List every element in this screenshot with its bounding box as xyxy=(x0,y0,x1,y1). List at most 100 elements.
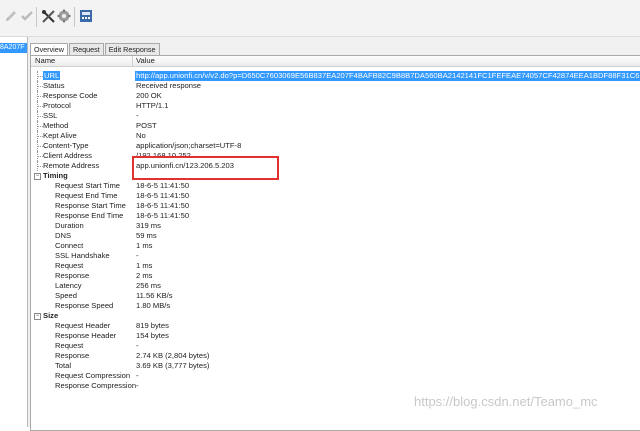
table-row[interactable]: Connect 1 ms xyxy=(31,241,640,251)
row-name: Protocol xyxy=(43,101,71,110)
row-name: Response xyxy=(55,351,90,360)
table-row[interactable]: Total 3.69 KB (3,777 bytes) xyxy=(31,361,640,371)
row-name: Status xyxy=(43,81,65,90)
row-name: Request xyxy=(55,341,84,350)
table-row[interactable]: Response Header 154 bytes xyxy=(31,331,640,341)
table-row[interactable]: Duration 319 ms xyxy=(31,221,640,231)
row-value: - xyxy=(136,371,139,380)
table-row[interactable]: SSL - xyxy=(31,111,640,121)
table-row[interactable]: Request Header 819 bytes xyxy=(31,321,640,331)
table-row[interactable]: Method POST xyxy=(31,121,640,131)
group-row-timing[interactable]: − Timing xyxy=(31,171,640,181)
row-value: No xyxy=(136,131,146,140)
tab-request[interactable]: Request xyxy=(68,43,104,55)
row-name: SSL Handshake xyxy=(55,251,110,260)
row-value: 3.69 KB (3,777 bytes) xyxy=(136,361,210,370)
table-row[interactable]: Response Start Time 18-6-5 11:41:50 xyxy=(31,201,640,211)
row-name: Request Compression xyxy=(55,371,131,380)
row-name: Method xyxy=(43,121,69,130)
table-row[interactable]: Request End Time 18-6-5 11:41:50 xyxy=(31,191,640,201)
row-value: 154 bytes xyxy=(136,331,169,340)
table-row[interactable]: Request 1 ms xyxy=(31,261,640,271)
row-name: Response End Time xyxy=(55,211,124,220)
table-row[interactable]: Remote Address app.unionfi.cn/123.206.5.2… xyxy=(31,161,640,171)
row-name: Duration xyxy=(55,221,84,230)
table-row[interactable]: Request - xyxy=(31,341,640,351)
row-value: 18-6-5 11:41:50 xyxy=(136,211,190,220)
table-row[interactable]: Request Compression - xyxy=(31,371,640,381)
overview-grid: Name Value URL http://app.unionfi.cn/v/v… xyxy=(30,55,640,431)
row-value: POST xyxy=(136,121,157,130)
row-name: SSL xyxy=(43,111,58,120)
table-row[interactable]: Kept Alive No xyxy=(31,131,640,141)
table-row[interactable]: Client Address/192.168.10.252 xyxy=(31,151,640,161)
table-row[interactable]: Response 2 ms xyxy=(31,271,640,281)
row-value: - xyxy=(136,251,139,260)
highlight-box xyxy=(132,156,279,180)
row-value: 59 ms xyxy=(136,231,157,240)
row-name: Request Start Time xyxy=(55,181,120,190)
grid-header: Name Value xyxy=(31,56,640,67)
table-row[interactable]: Status Received response xyxy=(31,81,640,91)
column-header-value[interactable]: Value xyxy=(136,56,155,66)
table-row[interactable]: DNS 59 ms xyxy=(31,231,640,241)
table-row[interactable]: Speed 11.56 KB/s xyxy=(31,291,640,301)
toolbar xyxy=(0,0,640,37)
pencil-icon[interactable] xyxy=(3,8,19,24)
row-name: DNS xyxy=(55,231,72,240)
collapse-icon[interactable]: − xyxy=(34,173,41,180)
checkmark-icon[interactable] xyxy=(19,8,35,24)
table-row[interactable]: Latency 256 ms xyxy=(31,281,640,291)
row-value: HTTP/1.1 xyxy=(136,101,169,110)
gear-icon[interactable] xyxy=(56,8,72,24)
table-row[interactable]: Content-Type application/json;charset=UTF… xyxy=(31,141,640,151)
table-row[interactable]: Response Compression - xyxy=(31,381,640,391)
row-name: Request End Time xyxy=(55,191,118,200)
row-name: Kept Alive xyxy=(43,131,77,140)
table-row[interactable]: Response 2.74 KB (2,804 bytes) xyxy=(31,351,640,361)
table-row[interactable]: Response Code 200 OK xyxy=(31,91,640,101)
row-name: Total xyxy=(55,361,72,370)
session-item-selected[interactable]: 8A207F xyxy=(0,43,27,53)
group-label: Size xyxy=(43,311,59,320)
row-value: http://app.unionfi.cn/v/v2.do?p=D650C760… xyxy=(135,71,640,81)
row-name: Content-Type xyxy=(43,141,89,150)
collapse-icon[interactable]: − xyxy=(34,313,41,320)
row-name: Remote Address xyxy=(43,161,100,170)
row-value: 2 ms xyxy=(136,271,153,280)
row-name: Response Start Time xyxy=(55,201,126,210)
column-header-name[interactable]: Name xyxy=(35,56,55,66)
tools-icon[interactable] xyxy=(40,8,56,24)
row-name: Response Header xyxy=(55,331,117,340)
row-value: 1 ms xyxy=(136,261,153,270)
row-value: 319 ms xyxy=(136,221,161,230)
row-value: Received response xyxy=(136,81,202,90)
watermark: https://blog.csdn.net/Teamo_mc xyxy=(414,394,598,409)
calculator-icon[interactable] xyxy=(78,8,94,24)
table-row[interactable]: Response End Time 18-6-5 11:41:50 xyxy=(31,211,640,221)
row-value: 18-6-5 11:41:50 xyxy=(136,191,190,200)
table-row[interactable]: SSL Handshake - xyxy=(31,251,640,261)
table-row[interactable]: Protocol HTTP/1.1 xyxy=(31,101,640,111)
row-name: Client Address xyxy=(43,151,92,160)
table-row[interactable]: Request Start Time 18-6-5 11:41:50 xyxy=(31,181,640,191)
row-name: Response Code xyxy=(43,91,98,100)
row-name: Request Header xyxy=(55,321,111,330)
row-name: Request xyxy=(55,261,84,270)
row-name: Connect xyxy=(55,241,84,250)
row-value: 200 OK xyxy=(136,91,162,100)
table-row[interactable]: URL http://app.unionfi.cn/v/v2.do?p=D650… xyxy=(31,71,640,81)
inspector-tabs: Overview Request Edit Response xyxy=(30,43,161,56)
row-value: 2.74 KB (2,804 bytes) xyxy=(136,351,210,360)
table-row[interactable]: Response Speed 1.80 MB/s xyxy=(31,301,640,311)
row-value: 1.80 MB/s xyxy=(136,301,171,310)
row-value: - xyxy=(136,381,139,390)
group-row-size[interactable]: − Size xyxy=(31,311,640,321)
group-label: Timing xyxy=(43,171,68,180)
row-value: 256 ms xyxy=(136,281,161,290)
row-value: 1 ms xyxy=(136,241,153,250)
row-value: 819 bytes xyxy=(136,321,169,330)
tab-edit-response[interactable]: Edit Response xyxy=(104,43,160,55)
row-name: Speed xyxy=(55,291,77,300)
session-list: 8A207F xyxy=(0,37,28,427)
